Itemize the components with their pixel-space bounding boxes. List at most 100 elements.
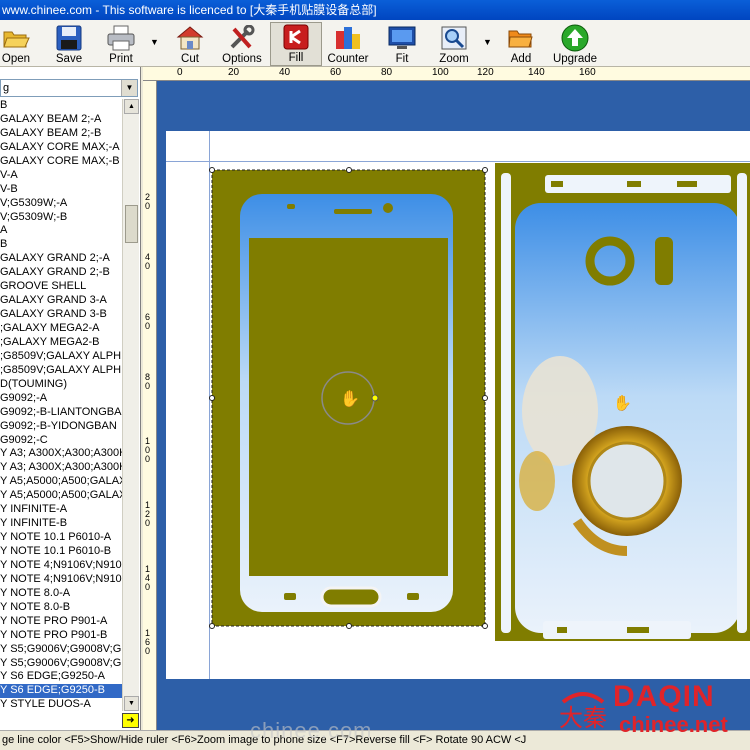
list-item[interactable]: GROOVE SHELL: [0, 280, 122, 294]
ruler-tick-label: 100: [432, 67, 449, 78]
list-item[interactable]: Y NOTE 4;N9106V;N910;: [0, 573, 122, 587]
add-folder-icon: [506, 24, 536, 52]
ruler-tick-label: 160: [579, 67, 596, 78]
save-button[interactable]: Save: [50, 22, 88, 66]
photo-knob: [519, 451, 555, 511]
app-window: www.chinee.com - This software is licenc…: [0, 0, 750, 750]
menu-key-cutout: [407, 593, 419, 600]
ruler-tick-label: 0: [177, 67, 183, 78]
list-item[interactable]: GALAXY BEAM 2;-A: [0, 113, 122, 127]
list-item[interactable]: Y S6 EDGE;G9250-B: [0, 684, 122, 699]
upgrade-arrow-icon: [560, 24, 590, 52]
front-camera-cutout: [383, 203, 393, 213]
list-item[interactable]: Y S5;G9006V;G9008V;G: [0, 657, 122, 671]
ruler-tick-label: 40: [279, 67, 291, 78]
zoom-dropdown-arrow-icon[interactable]: ▼: [483, 38, 492, 47]
ruler-tick-label: 120: [477, 67, 494, 78]
phone-skin-artwork: [209, 163, 750, 641]
list-item[interactable]: Y STYLE DUOS-A: [0, 698, 122, 711]
list-item[interactable]: ;G8509V;GALAXY ALPH: [0, 350, 122, 364]
title-bar: www.chinee.com - This software is licenc…: [0, 0, 750, 20]
tools-icon: [227, 24, 257, 52]
list-item[interactable]: GALAXY GRAND 2;-B: [0, 266, 122, 280]
list-item[interactable]: Y S6 EDGE;G9250-A: [0, 670, 122, 684]
ruler-tick-label: 60: [330, 67, 342, 78]
list-item[interactable]: Y A5;A5000;A500;GALAX: [0, 489, 122, 503]
list-item[interactable]: GALAXY GRAND 3-B: [0, 308, 122, 322]
daqin-logo: 大秦 DAQIN chinee.net: [555, 680, 750, 740]
list-item[interactable]: G9092;-C: [0, 434, 122, 448]
ruler-tick-label: 80: [381, 67, 393, 78]
earpiece-cutout: [334, 209, 372, 214]
list-scrollbar[interactable]: ▲ ▼: [122, 99, 139, 711]
list-item[interactable]: Y NOTE 10.1 P6010-B: [0, 545, 122, 559]
model-list[interactable]: B GALAXY BEAM 2;-A GALAXY BEAM 2;-B GALAXY …: [0, 99, 122, 711]
ruler-tick-label: 100: [145, 436, 151, 464]
list-item[interactable]: G9092;-A: [0, 392, 122, 406]
fill-button[interactable]: Fill: [270, 22, 322, 66]
list-item[interactable]: GALAXY CORE MAX;-B: [0, 155, 122, 169]
hand-cursor-icon: ✋: [613, 395, 632, 412]
list-item[interactable]: GALAXY CORE MAX;-A: [0, 141, 122, 155]
photo-compass-face: [587, 441, 667, 521]
list-item[interactable]: G9092;-B-LIANTONGBAN: [0, 406, 122, 420]
print-dropdown-arrow-icon[interactable]: ▼: [150, 38, 159, 47]
list-item[interactable]: Y INFINITE-B: [0, 517, 122, 531]
scroll-up-icon[interactable]: ▲: [124, 99, 139, 114]
add-button[interactable]: Add: [505, 22, 537, 66]
chevron-down-icon[interactable]: ▼: [121, 80, 137, 96]
open-button[interactable]: Open: [0, 22, 32, 66]
list-item[interactable]: B: [0, 238, 122, 252]
list-item[interactable]: Y INFINITE-A: [0, 503, 122, 517]
home-button-cutout: [320, 586, 382, 608]
list-item[interactable]: Y NOTE 4;N9106V;N910;: [0, 559, 122, 573]
scroll-thumb[interactable]: [125, 205, 138, 243]
upgrade-button[interactable]: Upgrade: [550, 22, 600, 66]
list-item[interactable]: Y A3; A300X;A300;A300H: [0, 461, 122, 475]
list-item[interactable]: Y NOTE 8.0-B: [0, 601, 122, 615]
print-button[interactable]: Print: [102, 22, 140, 66]
cut-button[interactable]: Cut: [172, 22, 208, 66]
ruler-tick-label: 140: [145, 564, 151, 592]
design-canvas[interactable]: ✋ ✋: [157, 81, 750, 730]
list-item[interactable]: Y S5;G9006V;G9008V;G: [0, 643, 122, 657]
fit-button[interactable]: Fit: [386, 22, 418, 66]
floppy-disk-icon: [54, 24, 84, 52]
counter-button[interactable]: Counter: [326, 22, 370, 66]
list-item[interactable]: V-A: [0, 169, 122, 183]
list-item[interactable]: Y NOTE 8.0-A: [0, 587, 122, 601]
ruler-tick-label: 120: [145, 500, 151, 528]
list-item[interactable]: V;G5309W;-A: [0, 197, 122, 211]
zoom-icon: [439, 24, 469, 52]
list-item[interactable]: ;GALAXY MEGA2-B: [0, 336, 122, 350]
model-category-select[interactable]: g ▼: [0, 79, 138, 97]
options-button[interactable]: Options: [220, 22, 264, 66]
list-item[interactable]: GALAXY GRAND 3-A: [0, 294, 122, 308]
list-item[interactable]: D(TOUMING): [0, 378, 122, 392]
list-item[interactable]: Y A3; A300X;A300;A300H: [0, 447, 122, 461]
svg-text:大秦: 大秦: [559, 704, 607, 732]
list-item[interactable]: Y NOTE 10.1 P6010-A: [0, 531, 122, 545]
list-item[interactable]: Y NOTE PRO P901-B: [0, 629, 122, 643]
printer-icon: [106, 24, 136, 52]
zoom-button[interactable]: Zoom: [434, 22, 474, 66]
folder-open-icon: [1, 24, 31, 52]
go-arrow-button[interactable]: ➜: [122, 713, 139, 728]
list-item[interactable]: A: [0, 224, 122, 238]
list-item[interactable]: GALAXY BEAM 2;-B: [0, 127, 122, 141]
horizontal-ruler: 0 20 40 60 80 100 120 140 160: [143, 67, 750, 81]
list-item[interactable]: G9092;-B-YIDONGBAN: [0, 420, 122, 434]
list-item[interactable]: ;GALAXY MEGA2-A: [0, 322, 122, 336]
list-item[interactable]: GALAXY GRAND 2;-A: [0, 252, 122, 266]
scroll-down-icon[interactable]: ▼: [124, 696, 139, 711]
list-item[interactable]: V;G5309W;-B: [0, 211, 122, 225]
flash-cutout: [655, 237, 673, 285]
list-item[interactable]: Y A5;A5000;A500;GALAX: [0, 475, 122, 489]
list-item[interactable]: Y NOTE PRO P901-A: [0, 615, 122, 629]
rotate-handle: [371, 394, 379, 402]
list-item[interactable]: B: [0, 99, 122, 113]
list-item[interactable]: ;G8509V;GALAXY ALPH: [0, 364, 122, 378]
list-item[interactable]: V-B: [0, 183, 122, 197]
watermark-text: chinee.com: [250, 718, 373, 743]
toolbar: Open Save Print ▼ Cut Options Fill Count…: [0, 20, 750, 67]
